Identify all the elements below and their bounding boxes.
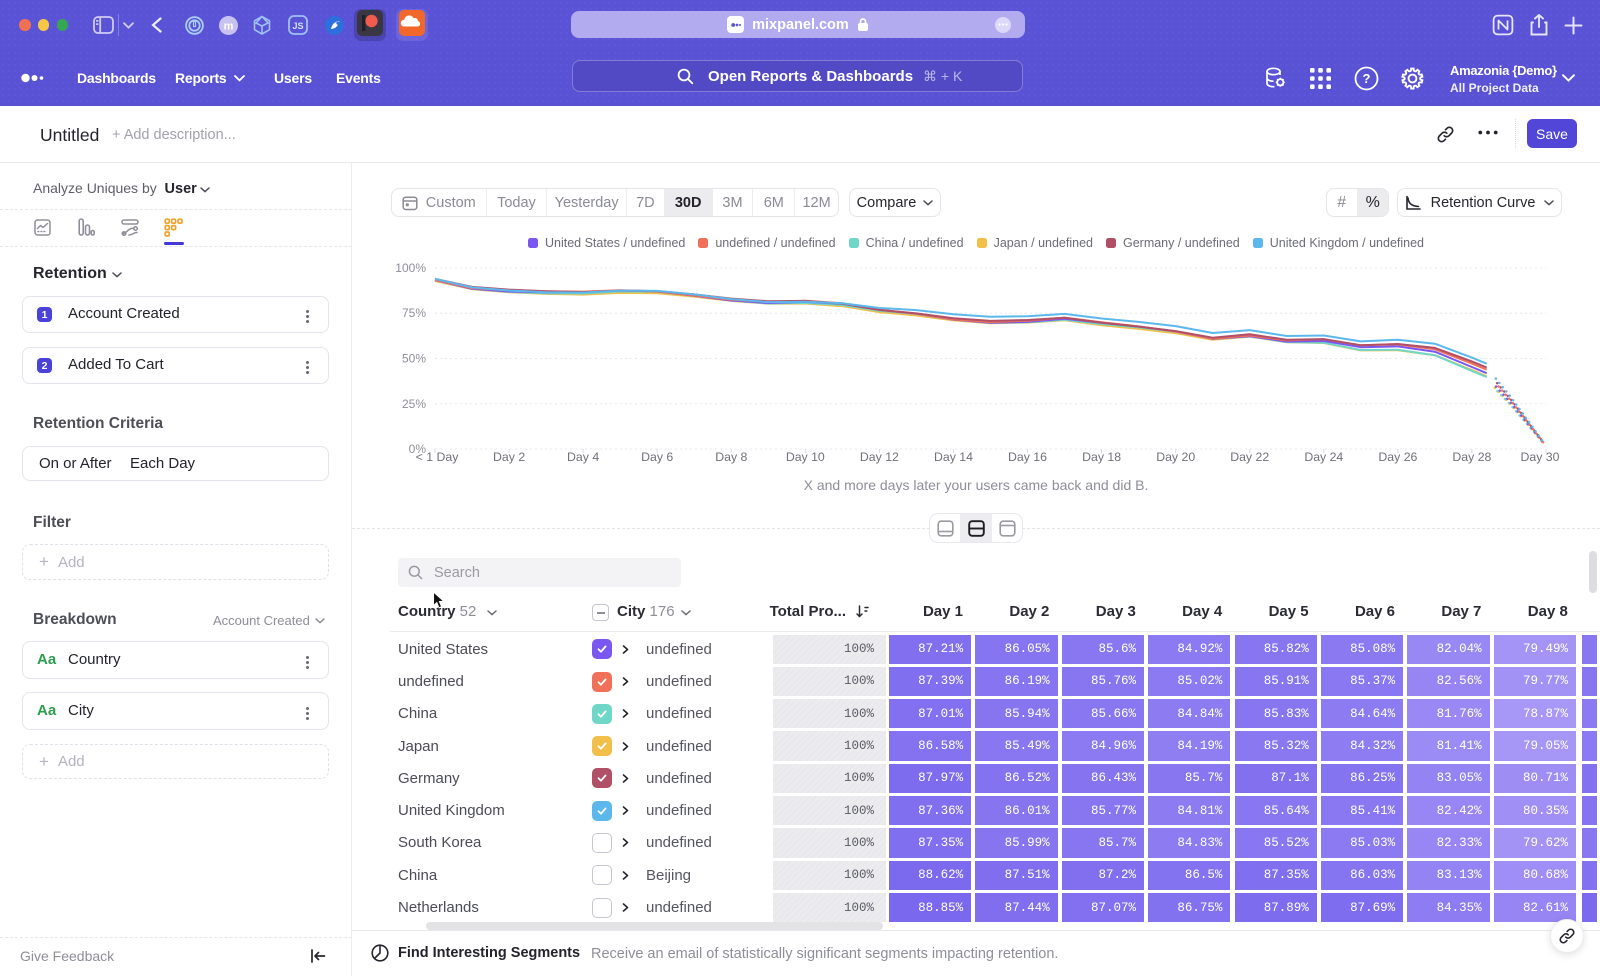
svg-text:Day 30: Day 30 xyxy=(1521,450,1560,464)
svg-text:Day 18: Day 18 xyxy=(1082,450,1121,464)
svg-text:Day 28: Day 28 xyxy=(1452,450,1491,464)
svg-text:?: ? xyxy=(1363,71,1371,86)
svg-text:Day 10: Day 10 xyxy=(786,450,825,464)
svg-text:Day 12: Day 12 xyxy=(860,450,899,464)
svg-text:Day 4: Day 4 xyxy=(567,450,599,464)
svg-text:Day 16: Day 16 xyxy=(1008,450,1047,464)
svg-text:Day 22: Day 22 xyxy=(1230,450,1269,464)
svg-text:50%: 50% xyxy=(402,352,426,366)
svg-text:75%: 75% xyxy=(402,306,426,320)
svg-text:JS: JS xyxy=(292,21,303,31)
svg-text:Day 26: Day 26 xyxy=(1378,450,1417,464)
svg-text:Day 24: Day 24 xyxy=(1304,450,1343,464)
svg-text:Day 6: Day 6 xyxy=(641,450,673,464)
svg-text:< 1 Day: < 1 Day xyxy=(416,450,460,464)
svg-text:m: m xyxy=(224,20,234,32)
svg-text:Day 14: Day 14 xyxy=(934,450,973,464)
svg-text:25%: 25% xyxy=(402,397,426,411)
svg-text:100%: 100% xyxy=(395,261,426,275)
svg-text:Day 2: Day 2 xyxy=(493,450,525,464)
svg-text:Day 8: Day 8 xyxy=(715,450,747,464)
svg-text:Day 20: Day 20 xyxy=(1156,450,1195,464)
